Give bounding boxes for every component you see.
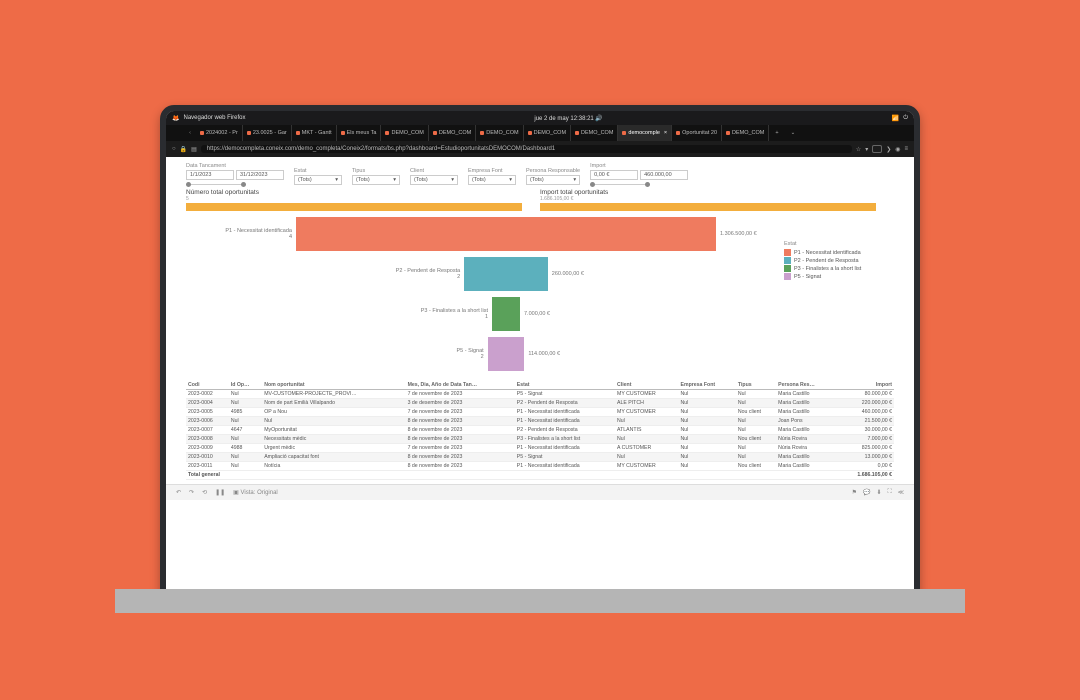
shield-icon[interactable]: ○	[172, 146, 176, 152]
legend-item[interactable]: P3 - Finalistes a la short list	[784, 265, 894, 272]
redo-icon[interactable]: ↷	[189, 489, 194, 496]
filter-empresa-font[interactable]: Empresa Font(Tots)▾	[468, 168, 516, 185]
funnel-bar[interactable]: P1 - Necessitat identificada41.306.500,0…	[296, 217, 757, 251]
wifi-icon: 📶	[892, 115, 899, 122]
power-icon: ⏻	[903, 115, 908, 122]
table-row[interactable]: 2023-0008NulNecessitats mèdic8 de novemb…	[186, 435, 894, 444]
column-header[interactable]: Mes, Dia, Año de Data Tan…	[406, 381, 515, 390]
fullscreen-icon[interactable]: ⛶	[888, 489, 892, 496]
data-grid[interactable]: CodiId Op…Nom oportunitatMes, Dia, Año d…	[166, 381, 914, 484]
column-header[interactable]: Persona Res…	[776, 381, 836, 390]
browser-toolbar: ○ 🔒 ▤ https://democompleta.coneix.com/de…	[166, 141, 914, 157]
alert-icon[interactable]: ⚑	[852, 489, 857, 496]
reader-icon: ▤	[191, 146, 197, 153]
column-header[interactable]: Estat	[515, 381, 615, 390]
os-app-name: 🦊 Navegador web Firefox	[172, 115, 246, 122]
extensions-icon[interactable]: ❯	[886, 146, 891, 153]
tabs-dropdown-button[interactable]: ⌄	[785, 130, 802, 136]
table-row[interactable]: 2023-0010NulAmpliació capacitat font8 de…	[186, 453, 894, 462]
kpi-import: Import total oportunitats 1.686.105,00 €	[540, 189, 894, 211]
column-header[interactable]: Id Op…	[229, 381, 262, 390]
funnel-chart[interactable]: P1 - Necessitat identificada41.306.500,0…	[186, 217, 780, 377]
column-header[interactable]: Nom oportunitat	[262, 381, 405, 390]
table-row[interactable]: 2023-0006NulNul8 de novembre de 2023P1 -…	[186, 417, 894, 426]
firefox-icon: 🦊	[172, 115, 179, 122]
dashboard-statusbar: ↶ ↷ ⟲ ❚❚ ▣ Vista: Original ⚑ 💬 ⬇ ⛶ ≪	[166, 484, 914, 500]
chart-legend: Estat P1 - Necessitat identificadaP2 - P…	[784, 217, 894, 377]
funnel-bar[interactable]: P3 - Finalistes a la short list17.000,00…	[492, 297, 550, 331]
browser-tab[interactable]: DEMO_COM	[571, 125, 618, 141]
comment-icon[interactable]: 💬	[863, 489, 870, 496]
pause-icon[interactable]: ❚❚	[215, 489, 225, 496]
browser-tab[interactable]: DEMO_COM	[476, 125, 523, 141]
legend-item[interactable]: P1 - Necessitat identificada	[784, 249, 894, 256]
browser-tab[interactable]: Oportunitat 20	[672, 125, 722, 141]
menu-icon[interactable]: ≡	[904, 146, 908, 152]
kpi-row: Número total oportunitats 5 Import total…	[166, 187, 914, 213]
column-header[interactable]: Empresa Font	[679, 381, 736, 390]
browser-tab[interactable]: DEMO_COM	[524, 125, 571, 141]
os-top-bar: 🦊 Navegador web Firefox jue 2 de may 12:…	[166, 111, 914, 125]
column-header[interactable]: Client	[615, 381, 679, 390]
download-icon[interactable]	[872, 145, 882, 153]
filter-import[interactable]: Import0,00 €460.000,00	[590, 163, 688, 185]
browser-tab[interactable]: DEMO_COM	[429, 125, 476, 141]
share-icon[interactable]: ≪	[898, 489, 904, 496]
browser-tab[interactable]: democomple×	[618, 125, 672, 141]
os-clock: jue 2 de may 12:38:21 🔊	[246, 115, 892, 122]
os-tray: 📶 ⏻	[892, 115, 908, 122]
funnel-bar[interactable]: P2 - Pendent de Resposta2260.000,00 €	[464, 257, 584, 291]
table-row[interactable]: 2023-00074647MyOportunitat8 de novembre …	[186, 426, 894, 435]
table-row[interactable]: 2023-00054985OP a Nou7 de novembre de 20…	[186, 408, 894, 417]
browser-tab[interactable]: MKT - Gantt	[292, 125, 337, 141]
filter-estat[interactable]: Estat(Tots)▾	[294, 168, 342, 185]
dashboard-app: Data Tancament1/1/202331/12/2023 Estat(To…	[166, 157, 914, 589]
column-header[interactable]: Codi	[186, 381, 229, 390]
pocket-icon[interactable]: ▾	[865, 146, 868, 153]
browser-tab[interactable]: DEMO_COM	[381, 125, 428, 141]
table-total-row: Total general1.686.105,00 €	[186, 471, 894, 480]
legend-item[interactable]: P5 - Signat	[784, 273, 894, 280]
view-toggle[interactable]: ▣ Vista: Original	[233, 489, 278, 496]
filter-persona-responsable[interactable]: Persona Responsable(Tots)▾	[526, 168, 580, 185]
legend-item[interactable]: P2 - Pendent de Resposta	[784, 257, 894, 264]
reset-icon[interactable]: ⟲	[202, 489, 207, 496]
download-icon[interactable]: ⬇	[876, 489, 881, 496]
browser-tabstrip: ‹ 2024002 - Pr23.0025 - GarMKT - GanttEl…	[166, 125, 914, 141]
filter-bar: Data Tancament1/1/202331/12/2023 Estat(To…	[166, 157, 914, 187]
browser-tab[interactable]: Els meus Ta	[337, 125, 382, 141]
column-header[interactable]: Import	[837, 381, 894, 390]
bookmark-icon[interactable]: ☆	[856, 146, 861, 153]
filter-client[interactable]: Client(Tots)▾	[410, 168, 458, 185]
account-icon[interactable]: ◉	[895, 146, 900, 153]
browser-tab[interactable]: 23.0025 - Gar	[243, 125, 292, 141]
filter-data-tancament[interactable]: Data Tancament1/1/202331/12/2023	[186, 163, 284, 185]
browser-tab[interactable]: DEMO_COM	[722, 125, 769, 141]
table-row[interactable]: 2023-0004NulNom de part Emilià Villalpan…	[186, 399, 894, 408]
filter-tipus[interactable]: Tipus(Tots)▾	[352, 168, 400, 185]
kpi-count: Número total oportunitats 5	[186, 189, 540, 211]
table-row[interactable]: 2023-00094988Urgent mèdic7 de novembre d…	[186, 444, 894, 453]
url-input[interactable]: https://democompleta.coneix.com/demo_com…	[201, 145, 852, 153]
lock-icon[interactable]: 🔒	[180, 146, 187, 153]
funnel-bar[interactable]: P5 - Signat2114.000,00 €	[488, 337, 560, 371]
column-header[interactable]: Tipus	[736, 381, 776, 390]
browser-tab[interactable]: 2024002 - Pr	[196, 125, 243, 141]
undo-icon[interactable]: ↶	[176, 489, 181, 496]
table-row[interactable]: 2023-0002NulMV-CUSTOMER-PROJECTE_PROVI…7…	[186, 390, 894, 399]
table-row[interactable]: 2023-0011NulNotícia8 de novembre de 2023…	[186, 462, 894, 471]
new-tab-button[interactable]: +	[769, 130, 784, 136]
history-back-button[interactable]: ‹	[184, 130, 196, 136]
